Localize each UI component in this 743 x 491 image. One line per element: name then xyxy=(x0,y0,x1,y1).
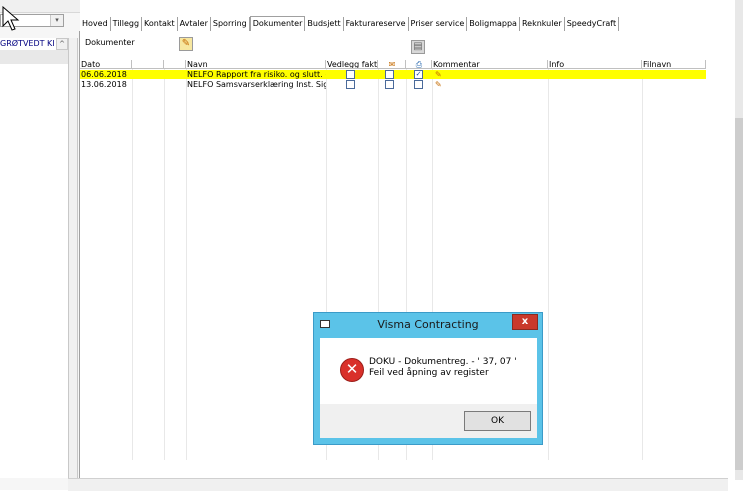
tab-priser-service[interactable]: Priser service xyxy=(409,17,468,31)
scrollbar-thumb[interactable] xyxy=(735,118,743,470)
comment-edit-icon[interactable]: ✎ xyxy=(434,80,446,89)
list-item[interactable] xyxy=(0,51,68,64)
customer-list[interactable]: GRØTVEDT KI xyxy=(0,38,69,478)
dialog-title: Visma Contracting xyxy=(377,318,479,331)
column-header-blank[interactable] xyxy=(132,60,164,69)
dialog-message-line: Feil ved åpning av register xyxy=(369,368,489,378)
row-checkbox-b[interactable]: ✓ xyxy=(414,70,423,79)
tab-budsjett[interactable]: Budsjett xyxy=(305,17,344,31)
table-row[interactable]: 13.06.2018 NELFO Samsvarserklæring Inst.… xyxy=(80,80,706,89)
cell-dato: 13.06.2018 xyxy=(81,80,127,89)
tab-dokumenter[interactable]: Dokumenter xyxy=(249,16,306,31)
printer-icon[interactable]: ⎙ xyxy=(406,60,432,69)
scroll-up-icon[interactable]: ^ xyxy=(56,38,68,50)
column-header-blank[interactable] xyxy=(164,60,186,69)
error-dialog: Visma Contracting x ✕ DOKU - Dokumentreg… xyxy=(313,312,543,445)
tab-kontakt[interactable]: Kontakt xyxy=(142,17,178,31)
pane-splitter[interactable] xyxy=(68,38,78,478)
mouse-cursor-icon xyxy=(2,6,20,31)
ok-button[interactable]: OK xyxy=(464,411,531,431)
chevron-down-icon[interactable]: ▾ xyxy=(50,15,63,26)
scanner-icon[interactable]: ▤ xyxy=(411,40,425,54)
horizontal-scrollbar[interactable] xyxy=(68,478,728,491)
dialog-message-line: DOKU - Dokumentreg. - ' 37, 07 ' xyxy=(369,357,517,367)
section-label: Dokumenter xyxy=(85,38,135,47)
row-checkbox-b[interactable] xyxy=(414,80,423,89)
comment-edit-icon[interactable]: ✎ xyxy=(434,70,446,79)
envelope-icon[interactable]: ✉ xyxy=(378,60,406,69)
tab-reknkuler[interactable]: Reknkuler xyxy=(520,17,565,31)
cell-navn: NELFO Rapport fra risiko. og slutt. (M xyxy=(187,70,326,79)
tab-hoved[interactable]: Hoved xyxy=(80,17,111,31)
column-header-navn[interactable]: Navn xyxy=(186,60,326,69)
tab-boligmappa[interactable]: Boligmappa xyxy=(467,17,520,31)
row-checkbox-a[interactable] xyxy=(385,70,394,79)
tab-strip: Hoved Tillegg Kontakt Avtaler Sporring Dokume… xyxy=(80,16,620,31)
dialog-message: DOKU - Dokumentreg. - ' 37, 07 ' Feil ve… xyxy=(369,357,517,379)
vedlegg-checkbox[interactable] xyxy=(346,80,355,89)
column-header-dato[interactable]: Dato xyxy=(80,60,132,69)
tab-tillegg[interactable]: Tillegg xyxy=(111,17,143,31)
column-header-vedlegg[interactable]: Vedlegg fakt. xyxy=(326,60,378,69)
row-checkbox-a[interactable] xyxy=(385,80,394,89)
tab-sporring[interactable]: Sporring xyxy=(211,17,250,31)
column-header-kommentar[interactable]: Kommentar xyxy=(432,60,548,69)
tab-fakturareserve[interactable]: Fakturareserve xyxy=(344,17,409,31)
table-row[interactable]: 06.06.2018 NELFO Rapport fra risiko. og … xyxy=(80,70,706,79)
new-document-icon[interactable]: ✎ xyxy=(179,37,193,51)
cell-navn: NELFO Samsvarserklæring Inst. Sign xyxy=(187,80,326,89)
tab-speedycraft[interactable]: SpeedyCraft xyxy=(565,17,620,31)
vedlegg-checkbox[interactable] xyxy=(346,70,355,79)
close-icon[interactable]: x xyxy=(512,314,538,330)
error-icon: ✕ xyxy=(340,358,364,382)
column-header-info[interactable]: Info xyxy=(548,60,642,69)
cell-dato: 06.06.2018 xyxy=(81,70,127,79)
column-header-filnavn[interactable]: Filnavn xyxy=(642,60,706,69)
tab-avtaler[interactable]: Avtaler xyxy=(178,17,211,31)
